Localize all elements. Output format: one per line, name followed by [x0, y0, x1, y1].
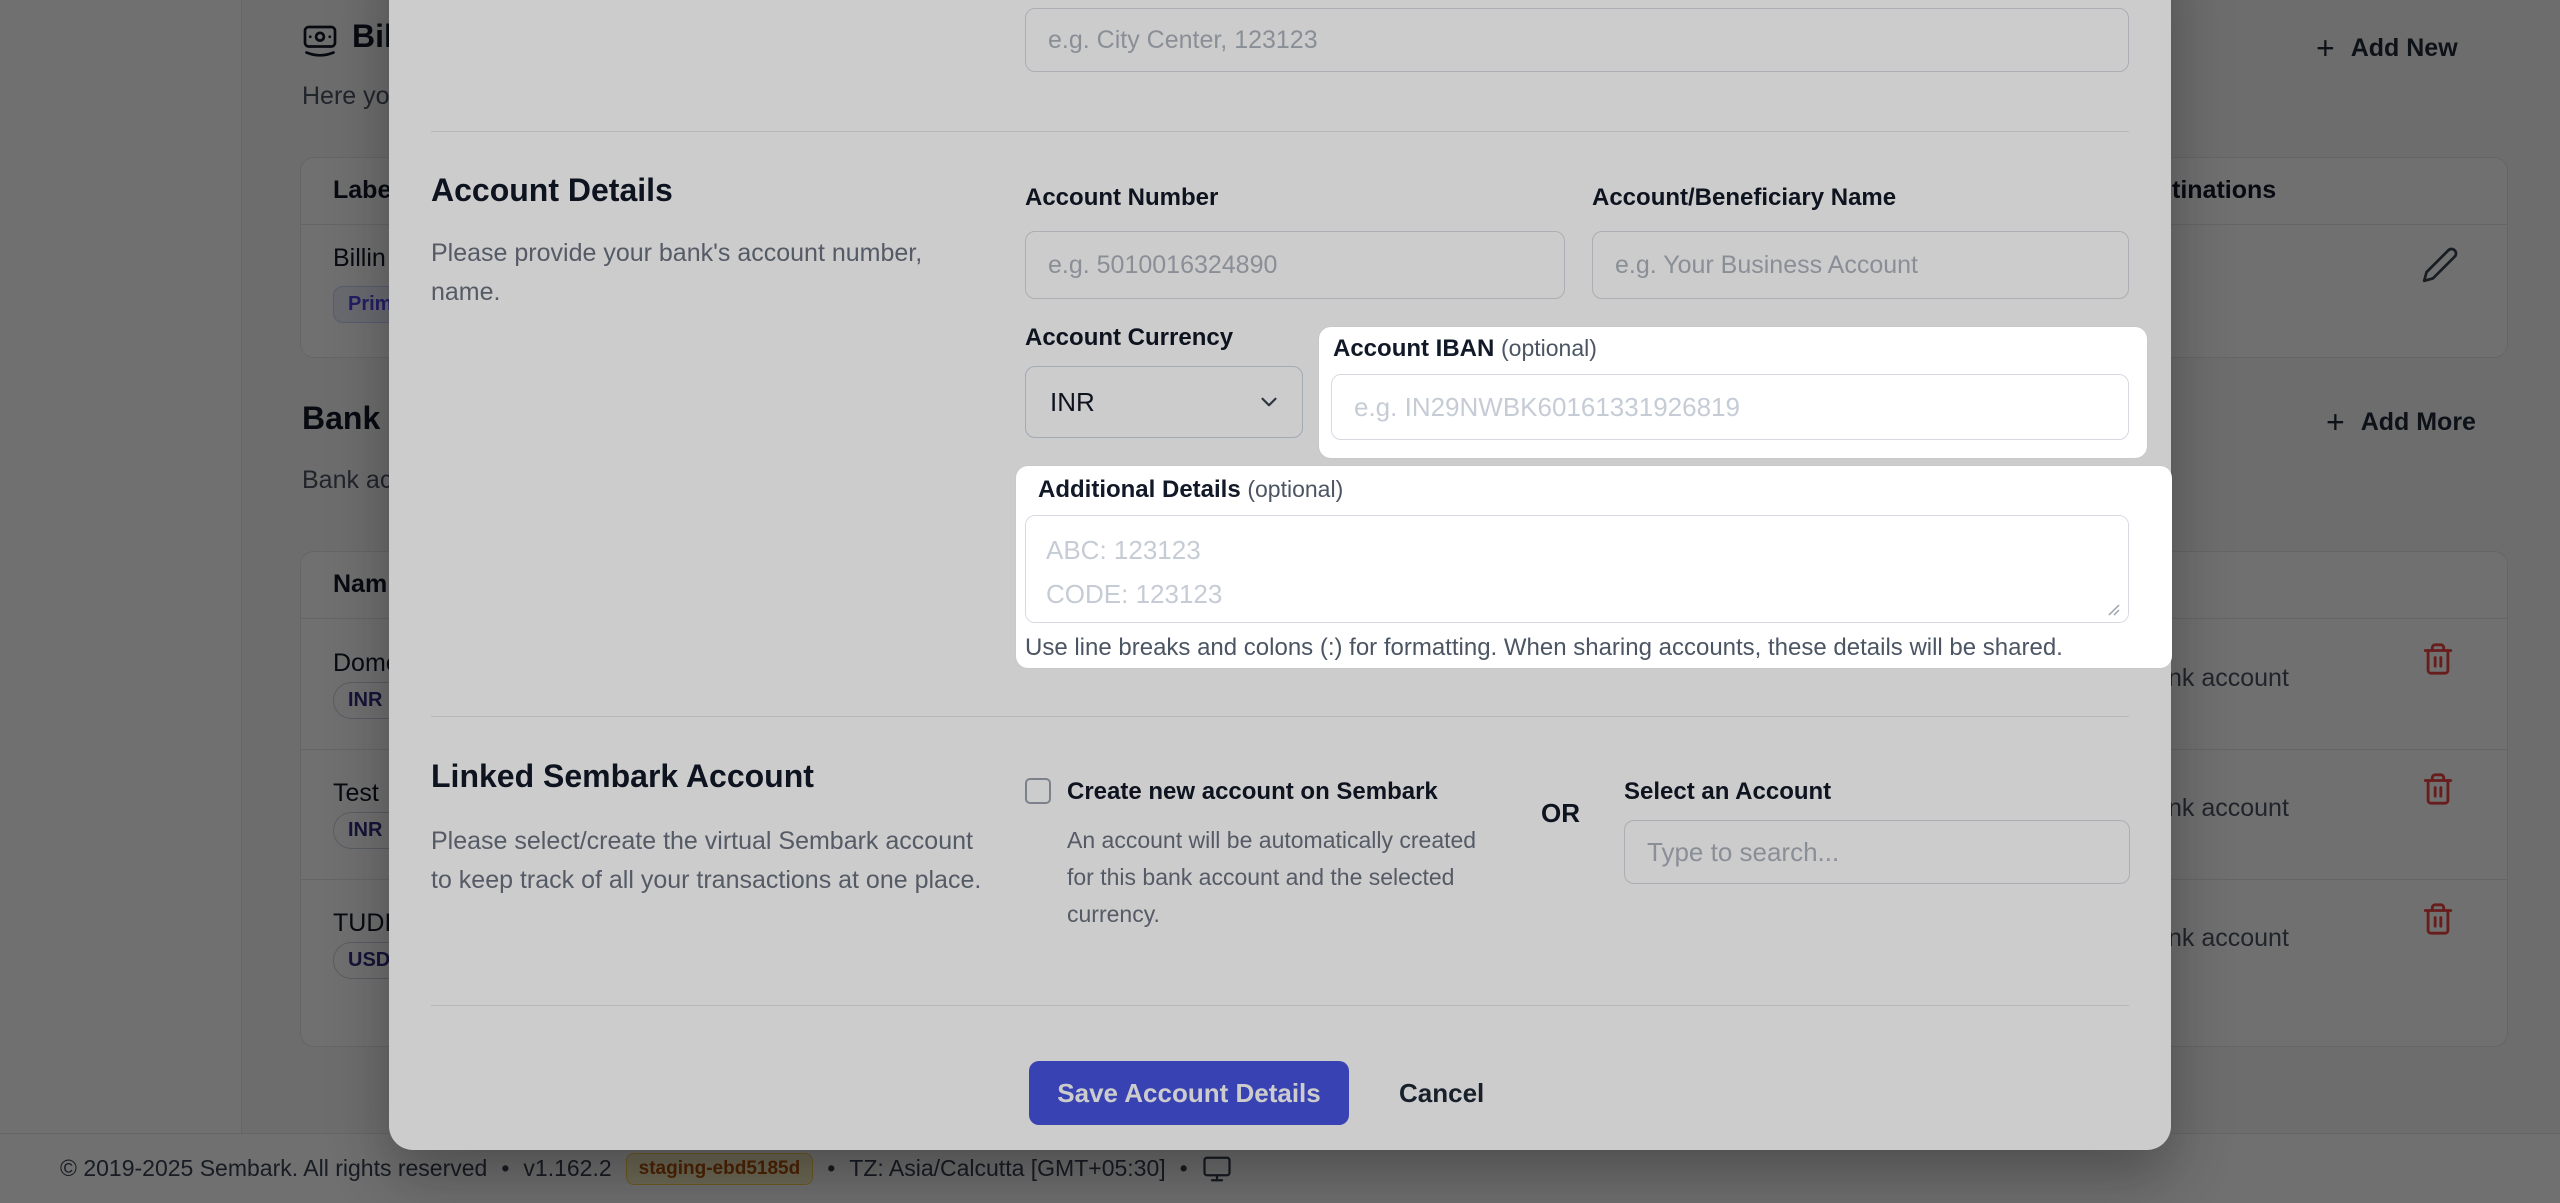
formatting-help-text: Use line breaks and colons (:) for forma… [1025, 634, 2063, 662]
optional-tag: (optional) [1247, 476, 1343, 502]
additional-details-textarea[interactable] [1025, 515, 2129, 623]
resize-grip-icon[interactable] [2104, 600, 2120, 616]
iban-spotlight-card: Account IBAN (optional) [1319, 327, 2147, 458]
iban-label: Account IBAN (optional) [1333, 335, 1597, 363]
additional-details-label: Additional Details (optional) [1038, 476, 1343, 504]
iban-input[interactable] [1331, 374, 2129, 440]
optional-tag: (optional) [1501, 335, 1597, 361]
additional-details-spotlight-card: Additional Details (optional) Use line b… [1016, 466, 2172, 668]
